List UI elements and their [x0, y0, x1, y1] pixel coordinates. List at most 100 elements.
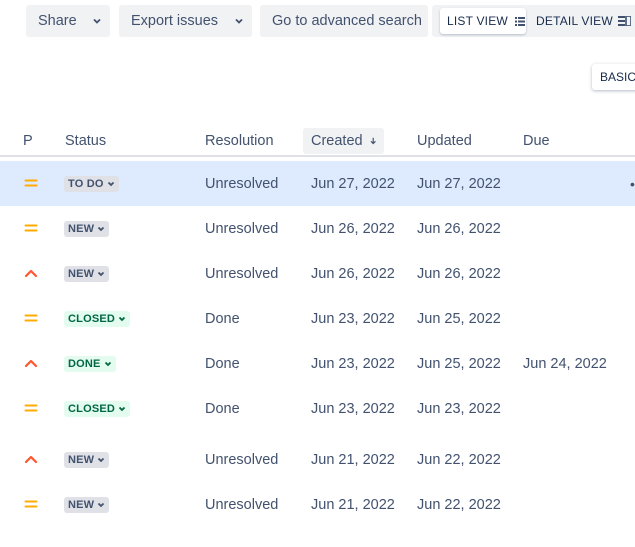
priority-high-icon	[24, 359, 38, 368]
more-actions-icon[interactable]: •	[630, 176, 635, 192]
chevron-down-icon	[98, 457, 105, 462]
chevron-down-icon	[98, 502, 105, 507]
view-switcher: LIST VIEW DETAIL VIEW	[432, 5, 635, 37]
status-cell: TO DO	[64, 161, 119, 206]
arrow-down-icon	[370, 137, 376, 145]
resolution-cell: Done	[205, 355, 240, 372]
priority-medium-icon	[24, 404, 38, 412]
updated-cell: Jun 27, 2022	[417, 175, 501, 192]
status-label: NEW	[68, 498, 95, 511]
export-issues-button[interactable]: Export issues	[119, 5, 252, 37]
status-label: CLOSED	[68, 312, 116, 325]
status-lozenge[interactable]: NEW	[64, 265, 110, 282]
column-header-status[interactable]: Status	[65, 128, 106, 154]
detail-view-button[interactable]: DETAIL VIEW	[536, 8, 635, 34]
status-lozenge[interactable]: CLOSED	[64, 310, 131, 327]
export-issues-label: Export issues	[131, 13, 219, 29]
basic-label: BASIC	[600, 70, 635, 84]
status-cell: NEW	[64, 482, 110, 527]
priority-medium-icon	[24, 314, 38, 322]
created-cell: Jun 21, 2022	[311, 451, 395, 468]
status-label: NEW	[68, 267, 95, 280]
created-cell: Jun 23, 2022	[311, 400, 395, 417]
status-lozenge[interactable]: TO DO	[64, 175, 119, 192]
resolution-cell: Unresolved	[205, 175, 279, 192]
chevron-down-icon	[104, 361, 111, 366]
table-row[interactable]: NEW Unresolved Jun 26, 2022 Jun 26, 2022	[0, 251, 635, 296]
table-row[interactable]: CLOSED Done Jun 23, 2022 Jun 23, 2022	[0, 386, 635, 431]
status-cell: NEW	[64, 437, 110, 482]
share-label: Share	[38, 13, 77, 29]
chevron-down-icon	[93, 18, 101, 24]
resolution-cell: Unresolved	[205, 451, 279, 468]
updated-cell: Jun 25, 2022	[417, 355, 501, 372]
column-header-resolution[interactable]: Resolution	[205, 128, 274, 154]
chevron-down-icon	[107, 181, 114, 186]
updated-cell: Jun 22, 2022	[417, 451, 501, 468]
updated-cell: Jun 22, 2022	[417, 496, 501, 513]
resolution-cell: Unresolved	[205, 220, 279, 237]
status-label: DONE	[68, 357, 101, 370]
advanced-search-button[interactable]: Go to advanced search	[260, 5, 428, 37]
table-row[interactable]: NEW Unresolved Jun 21, 2022 Jun 22, 2022	[0, 482, 635, 527]
status-label: NEW	[68, 453, 95, 466]
table-row[interactable]: NEW Unresolved Jun 21, 2022 Jun 22, 2022	[0, 437, 635, 482]
basic-search-button[interactable]: BASIC	[592, 64, 635, 90]
status-label: TO DO	[68, 177, 104, 190]
table-row[interactable]: CLOSED Done Jun 23, 2022 Jun 25, 2022	[0, 296, 635, 341]
column-label: P	[23, 133, 33, 149]
status-lozenge[interactable]: NEW	[64, 451, 110, 468]
column-label: Created	[311, 133, 363, 149]
advanced-search-label: Go to advanced search	[272, 13, 422, 29]
due-cell: Jun 24, 2022	[523, 355, 607, 372]
resolution-cell: Done	[205, 310, 240, 327]
created-cell: Jun 23, 2022	[311, 355, 395, 372]
detail-view-icon	[617, 16, 631, 26]
table-row[interactable]: NEW Unresolved Jun 26, 2022 Jun 26, 2022	[0, 206, 635, 251]
priority-high-icon	[24, 455, 38, 464]
updated-cell: Jun 26, 2022	[417, 220, 501, 237]
share-button[interactable]: Share	[26, 5, 110, 37]
status-cell: NEW	[64, 206, 110, 251]
status-lozenge[interactable]: NEW	[64, 496, 110, 513]
priority-medium-icon	[24, 179, 38, 187]
priority-high-icon	[24, 269, 38, 278]
table-row[interactable]: DONE Done Jun 23, 2022 Jun 25, 2022 Jun 24, …	[0, 341, 635, 386]
resolution-cell: Unresolved	[205, 265, 279, 282]
resolution-cell: Done	[205, 400, 240, 417]
chevron-down-icon	[118, 406, 126, 411]
column-header-created[interactable]: Created	[303, 128, 384, 154]
status-cell: DONE	[64, 341, 116, 386]
detail-view-label: DETAIL VIEW	[536, 14, 613, 28]
chevron-down-icon	[98, 271, 105, 276]
resolution-cell: Unresolved	[205, 496, 279, 513]
status-cell: CLOSED	[64, 386, 131, 431]
status-label: NEW	[68, 222, 95, 235]
chevron-down-icon	[98, 226, 105, 231]
table-row[interactable]: TO DO Unresolved Jun 27, 2022 Jun 27, 2022 •	[0, 161, 635, 206]
column-label: Resolution	[205, 133, 274, 149]
created-cell: Jun 27, 2022	[311, 175, 395, 192]
updated-cell: Jun 25, 2022	[417, 310, 501, 327]
column-label: Due	[523, 133, 550, 149]
status-lozenge[interactable]: NEW	[64, 220, 110, 237]
chevron-down-icon	[235, 18, 243, 24]
created-cell: Jun 21, 2022	[311, 496, 395, 513]
list-view-button[interactable]: LIST VIEW	[440, 8, 526, 34]
status-lozenge[interactable]: DONE	[64, 355, 116, 372]
priority-medium-icon	[24, 500, 38, 508]
status-label: CLOSED	[68, 402, 116, 415]
status-cell: NEW	[64, 251, 110, 296]
list-icon	[514, 16, 525, 26]
column-header-priority[interactable]: P	[23, 128, 33, 154]
column-header-due[interactable]: Due	[523, 128, 550, 154]
status-lozenge[interactable]: CLOSED	[64, 400, 131, 417]
priority-medium-icon	[24, 224, 38, 232]
toolbar: Share Export issues Go to advanced searc…	[0, 5, 635, 37]
column-label: Status	[65, 133, 107, 149]
updated-cell: Jun 23, 2022	[417, 400, 501, 417]
column-header-updated[interactable]: Updated	[417, 128, 472, 154]
created-cell: Jun 26, 2022	[311, 220, 395, 237]
chevron-down-icon	[118, 316, 126, 321]
table-header: P Status Resolution Created Updated Due	[0, 128, 635, 156]
